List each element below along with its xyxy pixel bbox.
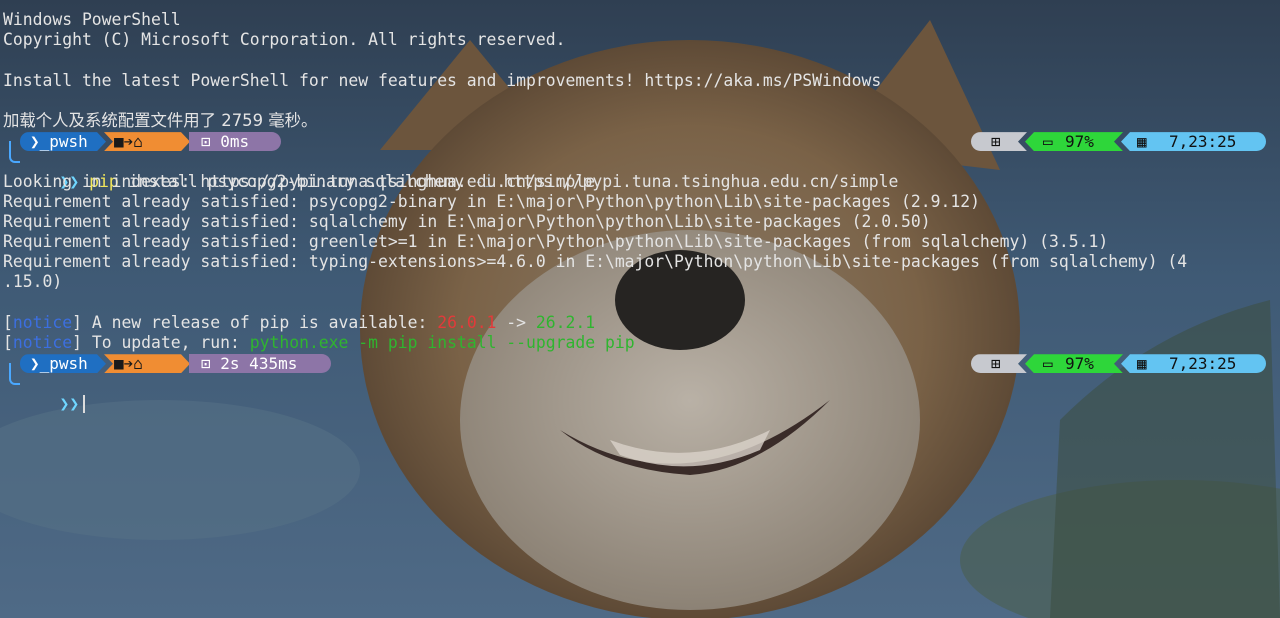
banner-install-notice: Install the latest PowerShell for new fe…	[3, 70, 882, 90]
calendar-icon: ▦	[1137, 354, 1147, 374]
battery-icon: ▭	[1043, 354, 1053, 374]
terminal-icon: ❯_	[30, 354, 50, 374]
input-line[interactable]: ❯❯	[3, 363, 1278, 414]
execution-time-segment: ⊡ 0ms	[189, 132, 281, 152]
new-version: 26.2.1	[535, 312, 596, 332]
shell-segment: ❯_pwsh	[20, 354, 106, 373]
prompt-chevron-icon: ❯❯	[59, 393, 80, 413]
folder-arrow-icon: ■➔	[114, 132, 134, 152]
prompt-status-bar: ❯_pwsh ■➔⌂ ⊡ 0ms ⊞ ▭ 97% ▦ 7,23:25	[3, 131, 1278, 152]
profile-load-time: 加载个人及系统配置文件用了 2759 毫秒。	[3, 110, 318, 130]
output-line: .15.0)	[3, 272, 63, 292]
battery-segment: ▭ 97%	[1025, 354, 1123, 373]
prompt-corner	[9, 363, 20, 386]
old-version: 26.0.1	[437, 312, 497, 332]
stopwatch-icon: ⊡	[201, 354, 211, 374]
battery-icon: ▭	[1043, 132, 1053, 152]
clock-segment: ▦ 7,23:25	[1121, 132, 1266, 152]
terminal-icon: ❯_	[30, 132, 50, 152]
path-segment: ■➔⌂	[104, 354, 190, 373]
notice-tag: notice	[12, 312, 73, 332]
stopwatch-icon: ⊡	[201, 132, 211, 152]
notice-tag: notice	[12, 333, 73, 352]
terminal-window[interactable]: Windows PowerShell Copyright (C) Microso…	[3, 10, 1278, 414]
execution-time-segment: ⊡ 2s 435ms	[189, 354, 331, 374]
pip-notice-update: [notice] To update, run: python.exe -m p…	[3, 333, 635, 352]
folder-arrow-icon: ■➔	[114, 354, 134, 374]
path-segment: ■➔⌂	[104, 132, 190, 151]
banner-copyright: Copyright (C) Microsoft Corporation. All…	[3, 30, 566, 50]
output-line: Requirement already satisfied: typing-ex…	[3, 252, 1188, 272]
upgrade-command: python.exe -m pip install --upgrade pip	[249, 333, 635, 352]
output-line: Requirement already satisfied: greenlet>…	[3, 232, 1109, 252]
battery-segment: ▭ 97%	[1025, 132, 1123, 151]
home-icon: ⌂	[133, 354, 143, 374]
prompt-corner	[9, 141, 20, 164]
calendar-icon: ▦	[1137, 132, 1147, 152]
command-line: ❯❯ pip install psycopg2-binary sqlalchem…	[3, 141, 1278, 191]
os-segment: ⊞	[971, 132, 1027, 151]
os-segment: ⊞	[971, 354, 1027, 373]
output-line: Looking in indexes: https://pypi.tuna.ts…	[3, 171, 596, 191]
banner-title: Windows PowerShell	[3, 10, 181, 29]
output-line: Requirement already satisfied: psycopg2-…	[3, 191, 980, 211]
prompt-status-bar: ❯_pwsh ■➔⌂ ⊡ 2s 435ms ⊞ ▭ 97% ▦ 7,23:25	[3, 353, 1278, 374]
windows-icon: ⊞	[991, 354, 1001, 374]
text-cursor[interactable]	[83, 395, 86, 414]
output-line: Requirement already satisfied: sqlalchem…	[3, 211, 931, 231]
windows-icon: ⊞	[991, 132, 1001, 152]
shell-segment: ❯_pwsh	[20, 132, 106, 151]
pip-notice-release: [notice] A new release of pip is availab…	[3, 312, 596, 332]
clock-segment: ▦ 7,23:25	[1121, 354, 1266, 374]
home-icon: ⌂	[133, 132, 143, 152]
